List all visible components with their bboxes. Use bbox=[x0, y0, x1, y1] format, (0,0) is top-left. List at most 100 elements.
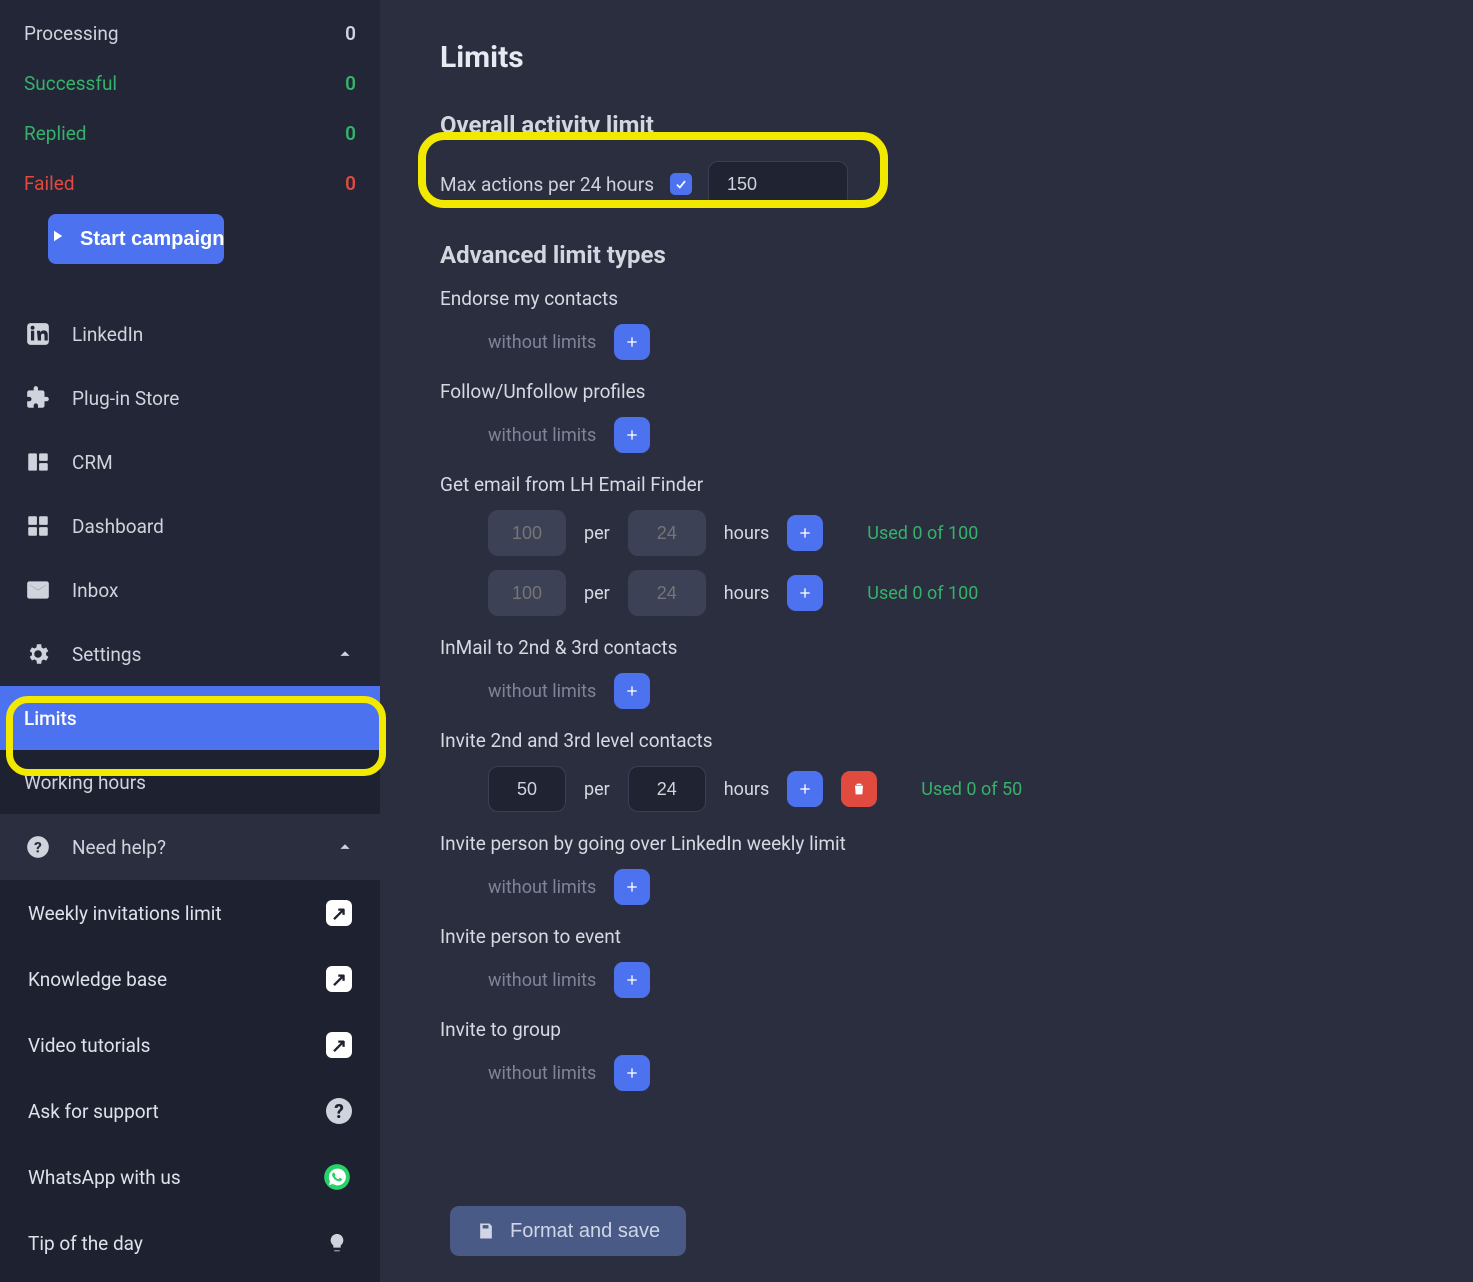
used-counter: Used 0 of 50 bbox=[921, 779, 1022, 800]
help-item-label: Ask for support bbox=[28, 1100, 159, 1123]
help-item-weekly-limit[interactable]: Weekly invitations limit ↗ bbox=[0, 880, 380, 946]
max-actions-checkbox[interactable] bbox=[670, 173, 692, 195]
without-limits-label: without limits bbox=[488, 332, 596, 353]
puzzle-icon bbox=[24, 384, 52, 412]
stat-label: Successful bbox=[24, 72, 117, 95]
per-label: per bbox=[584, 583, 610, 604]
stat-failed: Failed 0 bbox=[24, 158, 356, 208]
sidebar-item-label: Working hours bbox=[24, 771, 146, 794]
save-icon bbox=[476, 1221, 496, 1241]
section-overall-activity: Overall activity limit bbox=[440, 111, 1423, 139]
sidebar-item-linkedin[interactable]: LinkedIn bbox=[0, 302, 380, 366]
help-item-ask-support[interactable]: Ask for support ? bbox=[0, 1078, 380, 1144]
sidebar: Processing 0 Successful 0 Replied 0 Fail… bbox=[0, 0, 380, 1282]
sidebar-subitem-working-hours[interactable]: Working hours bbox=[0, 750, 380, 814]
help-item-label: Video tutorials bbox=[28, 1034, 150, 1057]
sidebar-item-label: Dashboard bbox=[72, 515, 356, 538]
add-limit-button[interactable] bbox=[614, 417, 650, 453]
add-limit-button[interactable] bbox=[787, 515, 823, 551]
add-limit-button[interactable] bbox=[614, 324, 650, 360]
delete-limit-button[interactable] bbox=[841, 771, 877, 807]
plus-icon bbox=[797, 781, 813, 797]
sidebar-item-label: Limits bbox=[24, 707, 77, 730]
max-actions-input[interactable] bbox=[708, 161, 848, 207]
sidebar-subitem-limits[interactable]: Limits bbox=[0, 686, 380, 750]
add-limit-button[interactable] bbox=[614, 1055, 650, 1091]
campaign-stats: Processing 0 Successful 0 Replied 0 Fail… bbox=[0, 0, 380, 302]
help-item-whatsapp[interactable]: WhatsApp with us bbox=[0, 1144, 380, 1210]
check-icon bbox=[674, 177, 688, 191]
without-limits-label: without limits bbox=[488, 970, 596, 991]
start-campaign-button[interactable]: Start campaign bbox=[48, 214, 224, 264]
sidebar-item-label: Settings bbox=[72, 643, 314, 666]
limit-title: Get email from LH Email Finder bbox=[440, 473, 1423, 496]
crm-icon bbox=[24, 448, 52, 476]
stat-replied: Replied 0 bbox=[24, 108, 356, 158]
sidebar-item-label: Inbox bbox=[72, 579, 356, 602]
sidebar-item-need-help[interactable]: ? Need help? bbox=[0, 814, 380, 880]
limit-title: Invite 2nd and 3rd level contacts bbox=[440, 729, 1423, 752]
chevron-up-icon bbox=[334, 836, 356, 858]
stat-value: 0 bbox=[345, 72, 356, 95]
help-item-label: Tip of the day bbox=[28, 1232, 143, 1255]
stat-successful: Successful 0 bbox=[24, 58, 356, 108]
hours-label: hours bbox=[724, 583, 770, 604]
limit-title: Endorse my contacts bbox=[440, 287, 1423, 310]
sidebar-item-settings[interactable]: Settings bbox=[0, 622, 380, 686]
limit-amount-input[interactable] bbox=[488, 766, 566, 812]
limit-title: InMail to 2nd & 3rd contacts bbox=[440, 636, 1423, 659]
plus-icon bbox=[624, 1065, 640, 1081]
help-item-video-tutorials[interactable]: Video tutorials ↗ bbox=[0, 1012, 380, 1078]
without-limits-label: without limits bbox=[488, 425, 596, 446]
external-link-icon: ↗ bbox=[326, 900, 352, 926]
sidebar-item-inbox[interactable]: Inbox bbox=[0, 558, 380, 622]
external-link-icon: ↗ bbox=[326, 1032, 352, 1058]
help-item-label: WhatsApp with us bbox=[28, 1166, 181, 1189]
add-limit-button[interactable] bbox=[614, 673, 650, 709]
without-limits-label: without limits bbox=[488, 1063, 596, 1084]
plus-icon bbox=[624, 683, 640, 699]
plus-icon bbox=[624, 334, 640, 350]
limit-invite-event: Invite person to event without limits bbox=[440, 925, 1423, 998]
play-icon bbox=[48, 227, 66, 251]
linkedin-icon bbox=[24, 320, 52, 348]
add-limit-button[interactable] bbox=[614, 869, 650, 905]
stat-value: 0 bbox=[345, 122, 356, 145]
sidebar-item-label: LinkedIn bbox=[72, 323, 356, 346]
plus-icon bbox=[624, 972, 640, 988]
limit-title: Invite person by going over LinkedIn wee… bbox=[440, 832, 1423, 855]
plus-icon bbox=[797, 585, 813, 601]
sidebar-item-label: Need help? bbox=[72, 836, 314, 859]
format-and-save-button[interactable]: Format and save bbox=[450, 1206, 686, 1256]
add-limit-button[interactable] bbox=[787, 771, 823, 807]
chevron-up-icon bbox=[334, 643, 356, 665]
limit-amount-input[interactable] bbox=[488, 510, 566, 556]
stat-processing: Processing 0 bbox=[24, 8, 356, 58]
add-limit-button[interactable] bbox=[614, 962, 650, 998]
limit-amount-input[interactable] bbox=[488, 570, 566, 616]
hours-label: hours bbox=[724, 523, 770, 544]
help-item-tip-of-day[interactable]: Tip of the day bbox=[0, 1210, 380, 1276]
stat-value: 0 bbox=[345, 22, 356, 45]
sidebar-item-label: Plug-in Store bbox=[72, 387, 356, 410]
limit-per-input[interactable] bbox=[628, 570, 706, 616]
save-label: Format and save bbox=[510, 1220, 660, 1243]
limit-per-input[interactable] bbox=[628, 510, 706, 556]
help-section: ? Need help? Weekly invitations limit ↗ … bbox=[0, 814, 380, 1276]
used-counter: Used 0 of 100 bbox=[867, 523, 978, 544]
svg-text:?: ? bbox=[34, 838, 42, 856]
limit-per-input[interactable] bbox=[628, 766, 706, 812]
stat-label: Replied bbox=[24, 122, 86, 145]
lightbulb-icon bbox=[322, 1228, 352, 1258]
add-limit-button[interactable] bbox=[787, 575, 823, 611]
question-icon: ? bbox=[326, 1098, 352, 1124]
limit-title: Follow/Unfollow profiles bbox=[440, 380, 1423, 403]
sidebar-item-dashboard[interactable]: Dashboard bbox=[0, 494, 380, 558]
help-item-knowledge-base[interactable]: Knowledge base ↗ bbox=[0, 946, 380, 1012]
section-advanced-limits: Advanced limit types bbox=[440, 241, 1423, 269]
without-limits-label: without limits bbox=[488, 877, 596, 898]
sidebar-item-plugin-store[interactable]: Plug-in Store bbox=[0, 366, 380, 430]
stat-label: Processing bbox=[24, 22, 119, 45]
sidebar-item-crm[interactable]: CRM bbox=[0, 430, 380, 494]
used-counter: Used 0 of 100 bbox=[867, 583, 978, 604]
